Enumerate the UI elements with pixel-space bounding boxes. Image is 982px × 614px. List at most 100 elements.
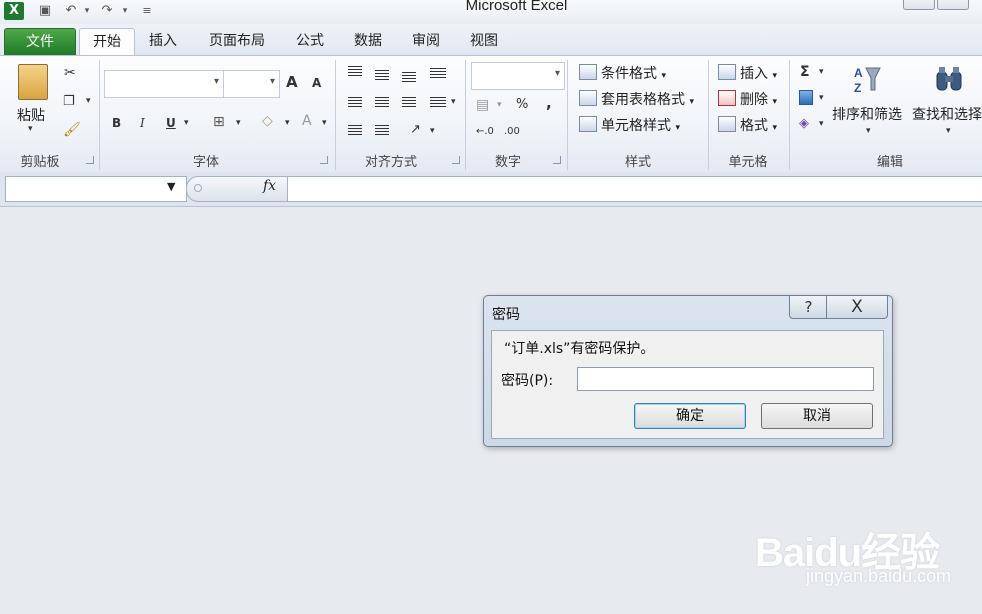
cell-styles-icon <box>579 116 597 132</box>
name-box[interactable] <box>5 176 187 202</box>
find-select-icon[interactable] <box>934 64 964 96</box>
sort-filter-dropdown-icon[interactable]: ▾ <box>866 126 871 136</box>
clear-dropdown-icon[interactable]: ▾ <box>819 119 824 129</box>
align-middle-icon[interactable] <box>375 70 389 82</box>
delete-cells-label: 删除 <box>740 92 768 108</box>
find-select-dropdown-icon[interactable]: ▾ <box>946 126 951 136</box>
border-dropdown-icon[interactable]: ▾ <box>236 118 241 128</box>
copy-dropdown-icon[interactable]: ▾ <box>86 96 91 106</box>
align-center-icon[interactable] <box>375 97 389 109</box>
ok-button[interactable]: 确定 <box>634 403 746 429</box>
number-format-combo[interactable] <box>471 62 565 90</box>
orientation-dropdown-icon[interactable]: ▾ <box>430 126 435 136</box>
shrink-font-icon[interactable]: A <box>312 76 321 90</box>
tab-data[interactable]: 数据 <box>346 28 390 54</box>
chevron-down-icon: ▾ <box>772 123 777 133</box>
fill-color-icon[interactable]: ◇ <box>262 113 273 129</box>
minimize-icon[interactable] <box>903 0 935 10</box>
paste-dropdown-icon[interactable]: ▾ <box>28 124 33 134</box>
fill-dropdown-icon[interactable]: ▾ <box>819 93 824 103</box>
bold-button[interactable]: B <box>112 116 121 130</box>
delete-cells-button[interactable]: 删除 ▾ <box>718 89 777 109</box>
align-right-icon[interactable] <box>402 97 416 109</box>
tab-home[interactable]: 开始 <box>79 28 135 55</box>
group-label-number: 数字 <box>494 155 521 170</box>
cell-styles-label: 单元格样式 <box>601 118 671 134</box>
italic-button[interactable]: I <box>140 116 145 130</box>
insert-cells-button[interactable]: 插入 ▾ <box>718 63 777 83</box>
conditional-format-label: 条件格式 <box>601 66 657 82</box>
svg-text:Z: Z <box>854 81 861 95</box>
font-color-dropdown-icon[interactable]: ▾ <box>322 118 327 128</box>
password-input[interactable] <box>577 367 874 391</box>
underline-dropdown-icon[interactable]: ▾ <box>184 118 189 128</box>
align-left-icon[interactable] <box>348 97 362 109</box>
watermark-url: jingyan.baidu.com <box>806 566 952 586</box>
tab-review[interactable]: 审阅 <box>404 28 448 54</box>
autosum-dropdown-icon[interactable]: ▾ <box>819 67 824 77</box>
group-separator <box>567 60 568 170</box>
clear-icon[interactable]: ◈ <box>799 116 809 131</box>
formula-input[interactable] <box>287 176 982 202</box>
cut-icon[interactable]: ✂ <box>64 65 76 81</box>
group-label-styles: 样式 <box>624 155 651 170</box>
font-launcher-icon[interactable] <box>320 156 328 164</box>
autosum-icon[interactable]: Σ <box>800 64 810 80</box>
expand-handle-icon[interactable] <box>194 184 202 192</box>
merge-center-icon[interactable] <box>430 97 446 109</box>
sort-filter-button[interactable]: 排序和筛选 <box>832 104 902 124</box>
help-icon: ? <box>804 298 813 316</box>
maximize-icon[interactable] <box>937 0 969 10</box>
border-icon[interactable]: ⊞ <box>213 114 225 130</box>
decrease-indent-icon[interactable] <box>348 125 362 137</box>
tab-insert[interactable]: 插入 <box>140 28 186 54</box>
conditional-format-button[interactable]: 条件格式 ▾ <box>579 63 666 83</box>
format-cells-button[interactable]: 格式 ▾ <box>718 115 777 135</box>
increase-indent-icon[interactable] <box>375 125 389 137</box>
tab-file[interactable]: 文件 <box>4 28 76 56</box>
decrease-decimal-icon[interactable]: .00 <box>504 126 520 137</box>
help-button[interactable]: ? <box>789 296 828 319</box>
tab-page-layout[interactable]: 页面布局 <box>200 28 274 54</box>
insert-function-button[interactable]: fx <box>263 178 276 194</box>
tab-view[interactable]: 视图 <box>462 28 506 54</box>
alignment-launcher-icon[interactable] <box>452 156 460 164</box>
align-bottom-icon[interactable] <box>402 72 416 84</box>
format-painter-icon[interactable]: 🖌 <box>63 122 81 138</box>
close-button[interactable]: X <box>826 296 888 319</box>
format-as-table-button[interactable]: 套用表格格式 ▾ <box>579 89 694 109</box>
comma-button[interactable]: , <box>546 94 552 112</box>
increase-decimal-icon[interactable]: ←.0 <box>476 126 494 137</box>
group-separator <box>99 60 100 170</box>
svg-text:A: A <box>854 66 863 80</box>
merge-dropdown-icon[interactable]: ▾ <box>451 97 456 107</box>
font-color-icon[interactable]: A <box>302 113 312 129</box>
find-select-button[interactable]: 查找和选择 <box>912 104 982 124</box>
dialog-message: “订单.xls”有密码保护。 <box>504 341 655 357</box>
sort-filter-icon[interactable]: AZ <box>852 64 882 96</box>
accounting-format-icon[interactable]: ▤ <box>476 97 489 113</box>
fill-color-dropdown-icon[interactable]: ▾ <box>285 118 290 128</box>
wrap-text-icon[interactable] <box>430 68 446 80</box>
font-size-combo[interactable] <box>223 70 280 98</box>
paste-icon[interactable] <box>18 64 48 100</box>
conditional-format-icon <box>579 64 597 80</box>
chevron-down-icon: ▾ <box>675 123 680 133</box>
fill-icon[interactable] <box>799 90 813 105</box>
tab-formulas[interactable]: 公式 <box>288 28 332 54</box>
align-top-icon[interactable] <box>348 66 362 78</box>
clipboard-launcher-icon[interactable] <box>86 156 94 164</box>
cancel-button[interactable]: 取消 <box>761 403 873 429</box>
underline-button[interactable]: U <box>166 116 176 130</box>
accounting-dropdown-icon[interactable]: ▾ <box>497 100 502 110</box>
font-name-combo[interactable] <box>104 70 224 98</box>
paste-button[interactable]: 粘贴 <box>17 105 45 125</box>
cell-styles-button[interactable]: 单元格样式 ▾ <box>579 115 680 135</box>
group-label-editing: 编辑 <box>876 155 903 170</box>
name-box-dropdown-icon[interactable]: ▼ <box>167 180 175 193</box>
copy-icon[interactable]: ❐ <box>63 94 75 109</box>
percent-button[interactable]: % <box>516 97 528 112</box>
grow-font-icon[interactable]: A <box>286 73 298 91</box>
number-launcher-icon[interactable] <box>553 156 561 164</box>
orientation-icon[interactable]: ↗ <box>410 122 421 137</box>
